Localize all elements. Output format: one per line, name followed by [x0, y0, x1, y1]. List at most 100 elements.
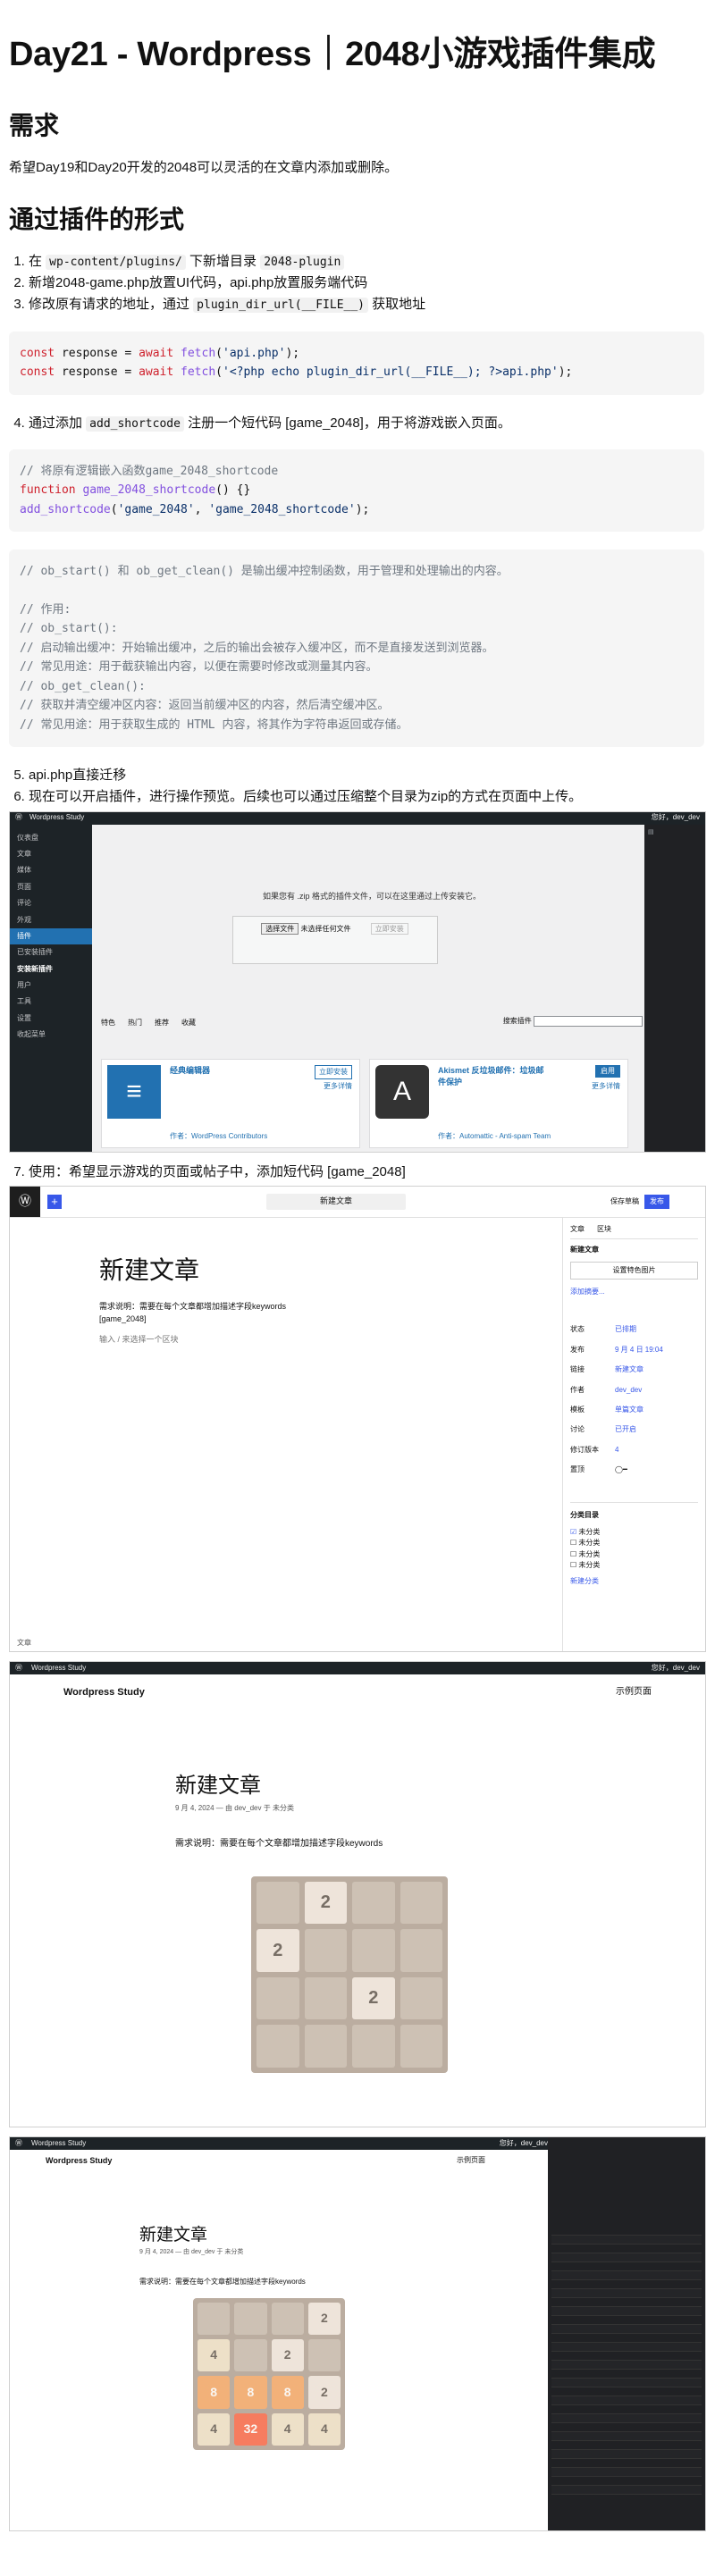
game-board[interactable]: 2 4 2 8 8 8 2 4 32 4 4: [193, 2297, 345, 2450]
network-row[interactable]: [551, 2476, 702, 2486]
tab-featured[interactable]: 特色: [101, 1018, 115, 1028]
admin-menu-collapse[interactable]: 收起菜单: [10, 1027, 92, 1043]
card2-title[interactable]: Akismet 反垃圾邮件：垃圾邮件保护: [438, 1065, 545, 1090]
add-block-icon[interactable]: +: [47, 1194, 62, 1209]
sticky-toggle[interactable]: ◯━: [615, 1464, 698, 1475]
editor-block-placeholder[interactable]: 输入 / 来选择一个区块: [99, 1334, 179, 1347]
network-row[interactable]: [551, 2324, 702, 2334]
nav-sample-page[interactable]: 示例页面: [457, 2155, 485, 2166]
admin-bar-user[interactable]: 您好，dev_dev: [652, 1663, 700, 1674]
card1-title[interactable]: 经典编辑器: [170, 1065, 210, 1078]
category-item[interactable]: ☑ 未分类: [570, 1527, 698, 1538]
add-category-link[interactable]: 新建分类: [570, 1576, 698, 1587]
publish-value[interactable]: 9 月 4 日 19:04: [615, 1345, 698, 1355]
choose-file-button[interactable]: 选择文件: [261, 922, 299, 935]
admin-menu-appearance[interactable]: 外观: [10, 912, 92, 928]
network-row[interactable]: [551, 2413, 702, 2423]
card2-activate-button[interactable]: 启用: [595, 1064, 620, 1078]
admin-menu-settings[interactable]: 设置: [10, 1011, 92, 1027]
revisions-value[interactable]: 4: [615, 1445, 698, 1456]
tab-popular[interactable]: 热门: [128, 1018, 142, 1028]
status-value[interactable]: 已排期: [615, 1324, 698, 1335]
add-excerpt-link[interactable]: 添加摘要...: [570, 1287, 698, 1297]
discussion-value[interactable]: 已开启: [615, 1424, 698, 1435]
network-row[interactable]: [551, 2315, 702, 2325]
network-row[interactable]: [551, 2360, 702, 2370]
network-row[interactable]: [551, 2279, 702, 2289]
admin-bar-site[interactable]: Wordpress Study: [31, 1663, 86, 1674]
card2-more-link[interactable]: 更多详情: [592, 1081, 620, 1092]
nav-sample-page[interactable]: 示例页面: [616, 1685, 652, 1699]
admin-bar-site[interactable]: Wordpress Study: [29, 812, 84, 823]
network-row[interactable]: [551, 2235, 702, 2245]
network-row[interactable]: [551, 2404, 702, 2414]
network-row[interactable]: [551, 2440, 702, 2450]
tab-recommended[interactable]: 推荐: [155, 1018, 169, 1028]
category-item[interactable]: ☐ 未分类: [570, 1538, 698, 1548]
admin-menu-plugins[interactable]: 插件: [10, 927, 92, 945]
wp-logo-icon[interactable]: Ⓦ: [15, 812, 22, 823]
admin-menu-tools[interactable]: 工具: [10, 994, 92, 1010]
network-row[interactable]: [551, 2431, 702, 2441]
publish-button[interactable]: 发布: [644, 1194, 669, 1209]
document-title-bar[interactable]: 新建文章: [265, 1193, 406, 1210]
network-row[interactable]: [551, 2387, 702, 2396]
network-row[interactable]: [551, 2261, 702, 2271]
admin-menu-installed-plugins[interactable]: 已安装插件: [10, 944, 92, 961]
author-value[interactable]: dev_dev: [615, 1385, 698, 1396]
game-board[interactable]: 222: [251, 1875, 448, 2073]
admin-menu-posts[interactable]: 文章: [10, 846, 92, 862]
admin-bar-user[interactable]: 您好，dev_dev: [500, 2138, 548, 2149]
network-row[interactable]: [551, 2306, 702, 2316]
editor-post-title[interactable]: 新建文章: [99, 1251, 199, 1289]
admin-menu-dashboard[interactable]: 仪表盘: [10, 830, 92, 846]
link-value[interactable]: 新建文章: [615, 1364, 698, 1375]
site-title[interactable]: Wordpress Study: [46, 2155, 112, 2168]
wp-logo-icon[interactable]: Ⓦ: [15, 2138, 22, 2149]
admin-menu-users[interactable]: 用户: [10, 978, 92, 994]
network-row[interactable]: [551, 2297, 702, 2307]
admin-menu-pages[interactable]: 页面: [10, 879, 92, 895]
network-row[interactable]: [551, 2226, 702, 2236]
card2-author[interactable]: 作者：Automattic - Anti-spam Team: [438, 1131, 551, 1142]
wp-logo-icon[interactable]: Ⓦ: [15, 1663, 22, 1674]
network-row[interactable]: [551, 2342, 702, 2352]
wp-logo-icon[interactable]: Ⓦ: [10, 1186, 40, 1217]
search-input[interactable]: [534, 1015, 643, 1027]
tab-favorites[interactable]: 收藏: [181, 1018, 196, 1028]
editor-shortcode[interactable]: [game_2048]: [99, 1313, 147, 1326]
admin-menu-comments[interactable]: 评论: [10, 895, 92, 911]
template-value[interactable]: 单篇文章: [615, 1405, 698, 1415]
network-row[interactable]: [551, 2253, 702, 2262]
categories-heading[interactable]: 分类目录: [570, 1502, 698, 1521]
network-row[interactable]: [551, 2396, 702, 2405]
admin-menu-add-plugin[interactable]: 安装新插件: [10, 961, 92, 978]
admin-bar-site[interactable]: Wordpress Study: [31, 2138, 86, 2149]
card1-install-button[interactable]: 立即安装: [315, 1064, 352, 1079]
save-draft-button[interactable]: 保存草稿: [610, 1196, 639, 1207]
network-row[interactable]: [551, 2485, 702, 2495]
category-item[interactable]: ☐ 未分类: [570, 1549, 698, 1560]
network-row[interactable]: [551, 2244, 702, 2253]
network-row[interactable]: [551, 2422, 702, 2432]
card1-more-link[interactable]: 更多详情: [324, 1081, 352, 1092]
set-featured-image-button[interactable]: 设置特色图片: [570, 1261, 698, 1280]
category-item[interactable]: ☐ 未分类: [570, 1560, 698, 1571]
card1-author[interactable]: 作者：WordPress Contributors: [170, 1131, 267, 1142]
admin-bar-user[interactable]: 您好，dev_dev: [652, 812, 700, 823]
network-row[interactable]: [551, 2467, 702, 2477]
network-row[interactable]: [551, 2288, 702, 2298]
tab-post[interactable]: 文章: [570, 1224, 585, 1235]
network-row[interactable]: [551, 2458, 702, 2468]
network-row[interactable]: [551, 2333, 702, 2343]
network-row[interactable]: [551, 2449, 702, 2459]
network-row[interactable]: [551, 2270, 702, 2280]
admin-menu-media[interactable]: 媒体: [10, 862, 92, 878]
network-row[interactable]: [551, 2369, 702, 2379]
install-now-button[interactable]: 立即安装: [370, 922, 408, 935]
network-row[interactable]: [551, 2378, 702, 2387]
network-row[interactable]: [551, 2351, 702, 2361]
tab-block[interactable]: 区块: [597, 1224, 611, 1235]
editor-paragraph[interactable]: 需求说明：需要在每个文章都增加描述字段keywords: [99, 1301, 286, 1313]
site-title[interactable]: Wordpress Study: [63, 1685, 145, 1700]
